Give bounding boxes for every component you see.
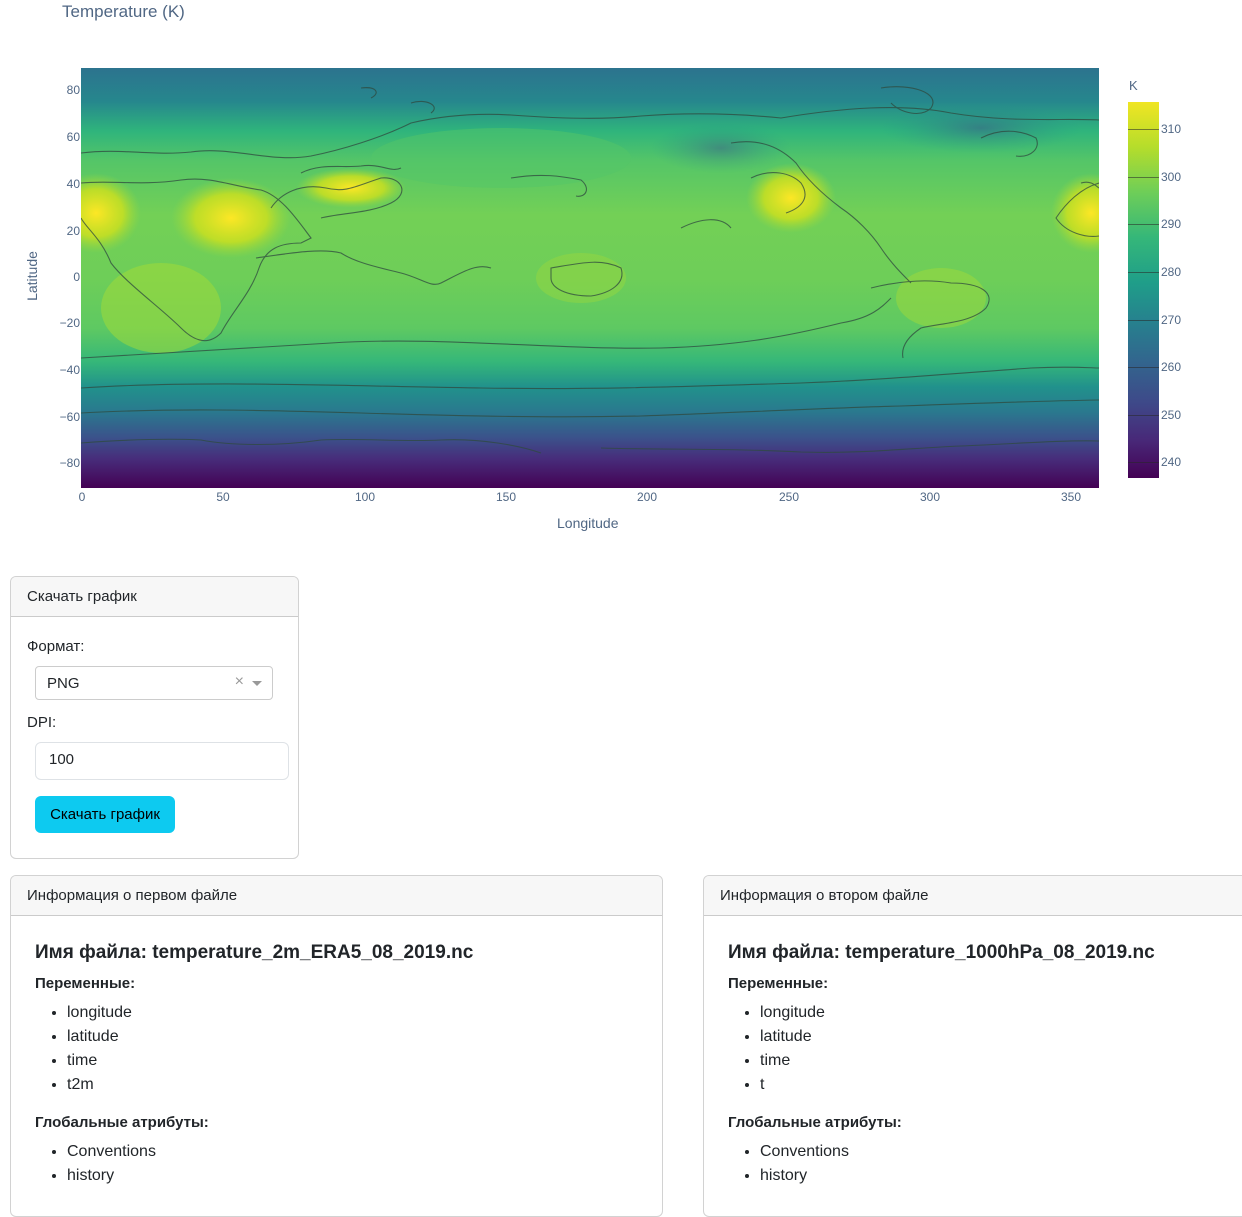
y-tick: 80: [66, 83, 80, 97]
y-tick: −80: [59, 456, 80, 470]
format-select[interactable]: PNG ×: [35, 666, 273, 700]
y-tick: −40: [59, 363, 80, 377]
colorbar-tick-line: [1128, 415, 1159, 416]
list-item: t: [760, 1073, 825, 1097]
y-tick: 40: [66, 177, 80, 191]
colorbar-tick: 270: [1161, 313, 1182, 327]
list-item: longitude: [67, 1001, 132, 1025]
colorbar-tick: 300: [1161, 170, 1182, 184]
format-select-value: PNG: [47, 675, 80, 692]
colorbar-tick: 260: [1161, 360, 1182, 374]
download-chart-button[interactable]: Скачать график: [35, 796, 175, 833]
cool-region: [651, 123, 791, 173]
file2-info-card: Информация о втором файле Имя файла: tem…: [703, 875, 1242, 1217]
colorbar-tick: 280: [1161, 265, 1182, 279]
x-tick: 350: [1060, 490, 1082, 504]
colorbar-tick-line: [1128, 320, 1159, 321]
heatmap-svg: [81, 68, 1099, 488]
y-tick: −60: [59, 410, 80, 424]
hot-region: [746, 163, 836, 233]
list-item: latitude: [67, 1025, 132, 1049]
chart-title: Temperature (K): [62, 2, 185, 21]
x-tick: 50: [216, 490, 230, 504]
list-item: history: [760, 1164, 849, 1188]
colorbar-tick-line: [1128, 272, 1159, 273]
list-item: Conventions: [760, 1140, 849, 1164]
colorbar-tick-line: [1128, 462, 1159, 463]
list-item: history: [67, 1164, 156, 1188]
x-tick: 100: [354, 490, 376, 504]
list-item: time: [760, 1049, 825, 1073]
file2-attrs-label: Глобальные атрибуты:: [728, 1114, 902, 1131]
colorbar-tick-line: [1128, 224, 1159, 225]
y-tick: −20: [59, 316, 80, 330]
x-tick: 0: [78, 490, 86, 504]
clear-icon[interactable]: ×: [235, 673, 244, 691]
x-tick: 200: [636, 490, 658, 504]
list-item: t2m: [67, 1073, 132, 1097]
download-card: Скачать график Формат: PNG × DPI: 100 Ск…: [10, 576, 299, 859]
colorbar-tick: 240: [1161, 455, 1182, 469]
colorbar-tick: 250: [1161, 408, 1182, 422]
cool-region: [371, 128, 631, 188]
heatmap-area[interactable]: [81, 68, 1099, 488]
file2-filename: Имя файла: temperature_1000hPa_08_2019.n…: [728, 942, 1155, 963]
dpi-input[interactable]: 100: [35, 742, 289, 780]
dpi-label: DPI:: [27, 714, 57, 731]
x-tick: 250: [778, 490, 800, 504]
x-tick: 150: [495, 490, 517, 504]
list-item: longitude: [760, 1001, 825, 1025]
file2-attrs-list: Conventions history: [728, 1140, 849, 1188]
cool-region: [881, 103, 1081, 153]
file1-variables-label: Переменные:: [35, 975, 136, 992]
file1-variables-list: longitude latitude time t2m: [35, 1001, 132, 1097]
colorbar-tick-line: [1128, 177, 1159, 178]
file2-variables-list: longitude latitude time t: [728, 1001, 825, 1097]
list-item: latitude: [760, 1025, 825, 1049]
y-tick: 20: [66, 224, 80, 238]
file1-info-card: Информация о первом файле Имя файла: tem…: [10, 875, 663, 1217]
colorbar-tick: 290: [1161, 217, 1182, 231]
hot-region: [171, 178, 291, 258]
colorbar-tick-line: [1128, 129, 1159, 130]
file2-card-header: Информация о втором файле: [704, 876, 1242, 916]
colorbar: [1128, 102, 1159, 478]
list-item: time: [67, 1049, 132, 1073]
y-axis-title: Latitude: [24, 251, 40, 301]
x-tick: 300: [919, 490, 941, 504]
warm-region: [896, 268, 986, 328]
chevron-down-icon[interactable]: [252, 681, 262, 686]
colorbar-title: K: [1129, 78, 1138, 93]
y-tick: 0: [73, 270, 80, 284]
file1-filename: Имя файла: temperature_2m_ERA5_08_2019.n…: [35, 942, 474, 963]
file1-attrs-label: Глобальные атрибуты:: [35, 1114, 209, 1131]
list-item: Conventions: [67, 1140, 156, 1164]
warm-region: [101, 263, 221, 353]
x-axis-title: Longitude: [557, 515, 619, 531]
file1-attrs-list: Conventions history: [35, 1140, 156, 1188]
download-card-header: Скачать график: [11, 577, 298, 617]
format-label: Формат:: [27, 638, 85, 655]
colorbar-tick: 310: [1161, 122, 1182, 136]
file2-variables-label: Переменные:: [728, 975, 829, 992]
colorbar-tick-line: [1128, 367, 1159, 368]
y-tick: 60: [66, 130, 80, 144]
file1-card-header: Информация о первом файле: [11, 876, 662, 916]
